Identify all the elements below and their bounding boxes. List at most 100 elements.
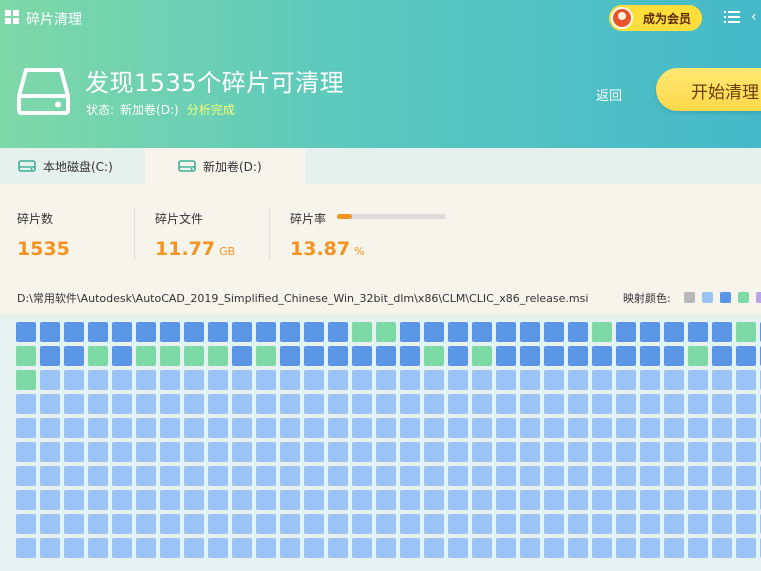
fragment-block	[40, 346, 60, 366]
fragment-block	[280, 490, 300, 510]
fragment-block	[328, 514, 348, 534]
fragment-block	[328, 490, 348, 510]
fragment-block	[544, 538, 564, 558]
fragment-block	[184, 322, 204, 342]
fragment-block	[568, 322, 588, 342]
return-button[interactable]: 返回	[596, 85, 622, 104]
stat-value: 13.87%	[290, 238, 365, 260]
fragment-block	[664, 346, 684, 366]
fragment-block	[16, 466, 36, 486]
fragment-block	[232, 442, 252, 462]
fragment-block	[688, 394, 708, 414]
fragment-block	[736, 538, 756, 558]
page-title: 发现1535个碎片可清理	[85, 69, 345, 97]
fragment-block	[352, 538, 372, 558]
fragment-block	[496, 490, 516, 510]
fragment-block	[400, 394, 420, 414]
fragment-block	[640, 538, 660, 558]
fragment-block	[712, 418, 732, 438]
fragment-block	[376, 514, 396, 534]
fragment-block	[64, 370, 84, 390]
fragment-block	[736, 394, 756, 414]
fragment-block	[112, 514, 132, 534]
fragment-block	[208, 490, 228, 510]
fragment-block	[40, 514, 60, 534]
fragment-block	[712, 490, 732, 510]
fragment-block	[280, 514, 300, 534]
fragment-block	[472, 322, 492, 342]
fragment-block	[88, 322, 108, 342]
fragment-block	[16, 370, 36, 390]
fragment-block	[592, 322, 612, 342]
fragment-block	[160, 466, 180, 486]
fragment-block	[472, 442, 492, 462]
fragment-block	[448, 490, 468, 510]
fragment-block	[520, 538, 540, 558]
fragment-block	[712, 346, 732, 366]
divider	[269, 208, 270, 260]
fragment-block	[712, 514, 732, 534]
fragment-block	[208, 394, 228, 414]
fragment-block	[304, 418, 324, 438]
fragment-block	[232, 346, 252, 366]
stat-value: 11.77 GB	[155, 238, 235, 260]
fragment-block	[232, 394, 252, 414]
start-clean-button[interactable]: 开始清理	[656, 68, 761, 111]
fragment-block	[736, 370, 756, 390]
fragment-block	[664, 370, 684, 390]
fragment-block	[616, 490, 636, 510]
fragment-block	[232, 418, 252, 438]
fragment-block	[376, 490, 396, 510]
fragment-block	[688, 346, 708, 366]
tab-drive-d[interactable]: 新加卷(D:)	[145, 148, 305, 184]
fragment-block	[400, 466, 420, 486]
fragment-block	[640, 514, 660, 534]
fragment-block	[304, 490, 324, 510]
fragment-block	[352, 322, 372, 342]
fragment-block	[40, 538, 60, 558]
fragment-block	[688, 370, 708, 390]
fragment-block	[400, 346, 420, 366]
fragment-block	[280, 394, 300, 414]
fragment-block	[328, 538, 348, 558]
fragment-block	[112, 538, 132, 558]
fragment-block	[16, 418, 36, 438]
vip-label: 成为会员	[643, 11, 692, 26]
fragment-block	[544, 442, 564, 462]
fragment-block	[40, 418, 60, 438]
fragment-block	[352, 394, 372, 414]
fragment-block	[280, 538, 300, 558]
fragment-block	[64, 514, 84, 534]
fragment-block	[64, 346, 84, 366]
fragment-block	[64, 394, 84, 414]
fragment-block	[304, 466, 324, 486]
tab-drive-c[interactable]: 本地磁盘(C:)	[0, 148, 145, 184]
fragment-block	[64, 322, 84, 342]
fragment-block	[184, 466, 204, 486]
fragment-block	[664, 514, 684, 534]
fragment-block	[232, 370, 252, 390]
fragment-block	[472, 394, 492, 414]
fragment-block	[400, 418, 420, 438]
fragment-block	[448, 514, 468, 534]
fragment-block	[208, 466, 228, 486]
fragment-block	[208, 418, 228, 438]
fragment-block	[304, 394, 324, 414]
fragment-block	[448, 538, 468, 558]
fragment-block	[400, 370, 420, 390]
fragment-block	[112, 370, 132, 390]
fragment-block	[328, 322, 348, 342]
menu-icon[interactable]	[724, 10, 740, 24]
fragment-block	[88, 514, 108, 534]
fragment-block	[304, 442, 324, 462]
fragment-block	[664, 322, 684, 342]
fragment-block	[496, 538, 516, 558]
fragment-block	[640, 394, 660, 414]
fragment-block	[424, 442, 444, 462]
vip-button[interactable]: 成为会员	[609, 5, 702, 31]
fragment-block	[736, 442, 756, 462]
fragment-block	[184, 394, 204, 414]
minimize-icon[interactable]: ‹	[751, 9, 757, 25]
fragment-block	[16, 490, 36, 510]
fragment-block	[544, 322, 564, 342]
